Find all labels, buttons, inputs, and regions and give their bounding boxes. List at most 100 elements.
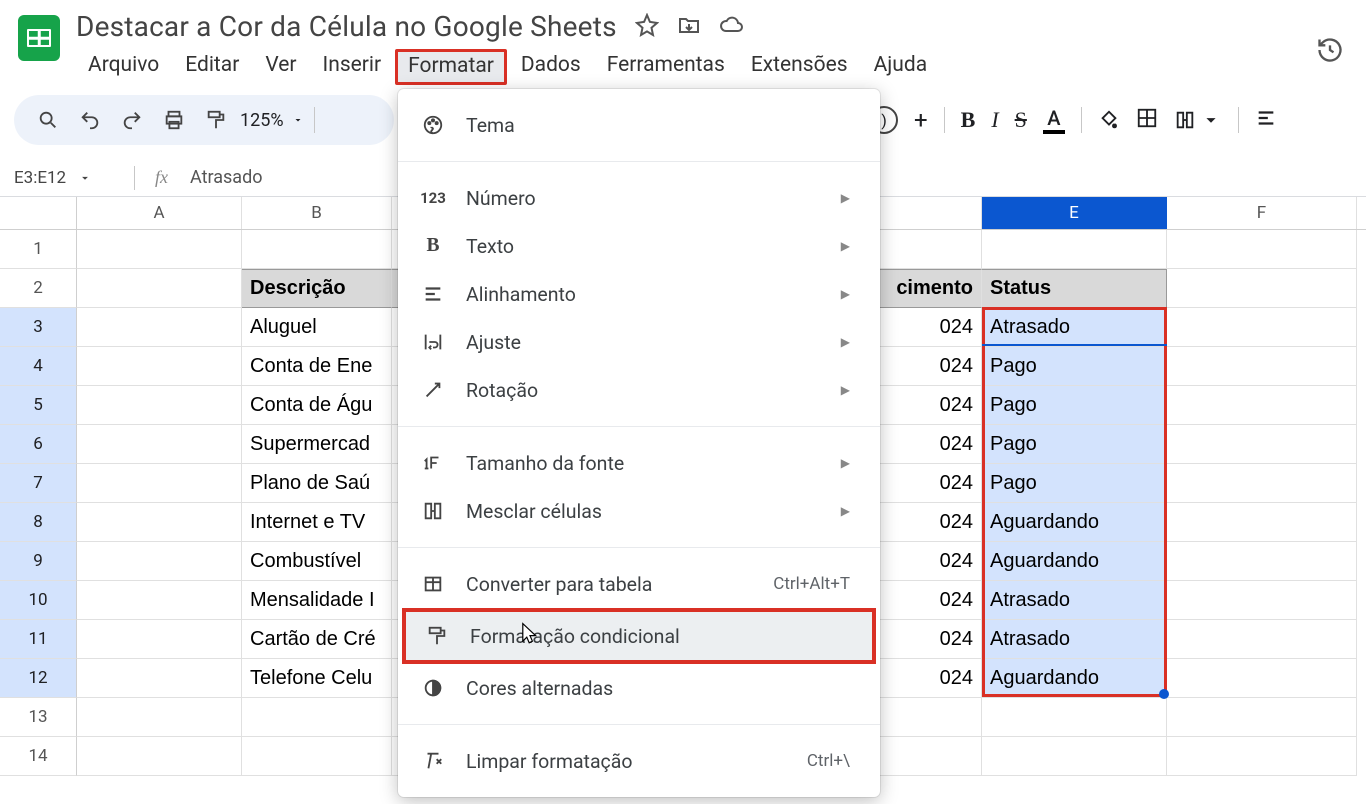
cell[interactable] — [879, 737, 982, 776]
cell[interactable] — [1167, 386, 1357, 425]
select-all-corner[interactable] — [0, 197, 77, 229]
cell[interactable]: 024 — [879, 620, 982, 659]
row-header[interactable]: 11 — [0, 620, 77, 659]
formula-bar[interactable]: Atrasado — [178, 167, 263, 188]
search-icon[interactable] — [30, 102, 66, 138]
cell[interactable] — [1167, 464, 1357, 503]
cell[interactable] — [1167, 581, 1357, 620]
header-cell[interactable]: cimento — [879, 269, 982, 308]
cell[interactable]: Aguardando — [982, 503, 1167, 542]
cell[interactable]: Pago — [982, 347, 1167, 386]
cell[interactable] — [77, 386, 242, 425]
col-header-e[interactable]: E — [982, 197, 1167, 229]
zoom-dropdown[interactable]: 125% — [240, 110, 304, 131]
cell[interactable] — [1167, 737, 1357, 776]
insert-plus-icon[interactable]: + — [914, 106, 928, 134]
cell[interactable] — [77, 269, 242, 308]
merge-cells-button[interactable] — [1174, 109, 1222, 131]
bold-button[interactable]: B — [961, 107, 976, 133]
cell[interactable] — [879, 698, 982, 737]
cell[interactable] — [1167, 425, 1357, 464]
cell[interactable]: 024 — [879, 542, 982, 581]
menu-editar[interactable]: Editar — [173, 49, 251, 85]
cell[interactable] — [982, 698, 1167, 737]
cell[interactable] — [1167, 698, 1357, 737]
col-header-f[interactable]: F — [1167, 197, 1357, 229]
cell[interactable] — [1167, 308, 1357, 347]
cloud-status-icon[interactable] — [719, 13, 743, 41]
cell[interactable] — [879, 230, 982, 269]
cell[interactable] — [242, 230, 392, 269]
name-box[interactable]: E3:E12 — [14, 168, 106, 188]
row-header[interactable]: 12 — [0, 659, 77, 698]
cell[interactable]: 024 — [879, 659, 982, 698]
cell[interactable]: Plano de Saú — [242, 464, 392, 503]
cell[interactable]: Combustível — [242, 542, 392, 581]
menu-align[interactable]: Alinhamento ▶ — [398, 270, 880, 318]
cell[interactable] — [1167, 230, 1357, 269]
row-header[interactable]: 4 — [0, 347, 77, 386]
cell[interactable]: Aguardando — [982, 659, 1167, 698]
undo-icon[interactable] — [72, 102, 108, 138]
cell[interactable] — [1167, 620, 1357, 659]
print-icon[interactable] — [156, 102, 192, 138]
cell[interactable] — [1167, 542, 1357, 581]
menu-merge[interactable]: Mesclar células ▶ — [398, 487, 880, 535]
header-cell[interactable]: Descrição — [242, 269, 392, 308]
strikethrough-button[interactable]: S — [1015, 107, 1027, 133]
menu-text[interactable]: B Texto ▶ — [398, 222, 880, 270]
menu-ajuda[interactable]: Ajuda — [862, 49, 940, 85]
cell[interactable]: Aguardando — [982, 542, 1167, 581]
doc-title[interactable]: Destacar a Cor da Célula no Google Sheet… — [76, 10, 617, 43]
cell[interactable] — [77, 737, 242, 776]
menu-extensoes[interactable]: Extensões — [739, 49, 860, 85]
cell[interactable]: 024 — [879, 581, 982, 620]
menu-inserir[interactable]: Inserir — [311, 49, 394, 85]
cell[interactable]: Conta de Águ — [242, 386, 392, 425]
version-history-icon[interactable] — [1316, 36, 1344, 68]
col-header-b[interactable]: B — [242, 197, 392, 229]
cell[interactable]: Telefone Celu — [242, 659, 392, 698]
cell[interactable]: 024 — [879, 347, 982, 386]
cell[interactable]: 024 — [879, 308, 982, 347]
cell[interactable]: Aluguel — [242, 308, 392, 347]
menu-ferramentas[interactable]: Ferramentas — [595, 49, 737, 85]
menu-fontsize[interactable]: Tamanho da fonte ▶ — [398, 439, 880, 487]
row-header[interactable]: 14 — [0, 737, 77, 776]
cell[interactable]: 024 — [879, 425, 982, 464]
row-header[interactable]: 13 — [0, 698, 77, 737]
redo-icon[interactable] — [114, 102, 150, 138]
cell[interactable]: Pago — [982, 464, 1167, 503]
cell[interactable] — [242, 737, 392, 776]
cell[interactable]: Pago — [982, 386, 1167, 425]
row-header[interactable]: 9 — [0, 542, 77, 581]
menu-clear-formatting[interactable]: Limpar formatação Ctrl+\ — [398, 737, 880, 785]
cell[interactable] — [1167, 659, 1357, 698]
col-header-d[interactable] — [879, 197, 982, 229]
menu-conditional-formatting[interactable]: Formatação condicional — [406, 612, 872, 660]
menu-rotate[interactable]: Rotação ▶ — [398, 366, 880, 414]
cell[interactable]: Atrasado — [982, 581, 1167, 620]
header-cell[interactable]: Status — [982, 269, 1167, 308]
cell[interactable] — [77, 581, 242, 620]
menu-formatar[interactable]: Formatar — [395, 49, 507, 85]
cell[interactable]: 024 — [879, 503, 982, 542]
menu-dados[interactable]: Dados — [509, 49, 593, 85]
star-icon[interactable] — [635, 13, 659, 41]
cell[interactable] — [77, 464, 242, 503]
cell[interactable] — [1167, 269, 1357, 308]
text-color-button[interactable]: A — [1043, 106, 1065, 134]
menu-theme[interactable]: Tema — [398, 101, 880, 149]
cell[interactable]: 024 — [879, 386, 982, 425]
row-header[interactable]: 8 — [0, 503, 77, 542]
menu-number[interactable]: 123 Número ▶ — [398, 174, 880, 222]
cell[interactable] — [77, 347, 242, 386]
row-header[interactable]: 7 — [0, 464, 77, 503]
cell[interactable]: Conta de Ene — [242, 347, 392, 386]
row-header[interactable]: 10 — [0, 581, 77, 620]
menu-alternating-colors[interactable]: Cores alternadas — [398, 664, 880, 712]
cell[interactable] — [77, 620, 242, 659]
cell[interactable] — [982, 737, 1167, 776]
menu-arquivo[interactable]: Arquivo — [76, 49, 171, 85]
row-header[interactable]: 5 — [0, 386, 77, 425]
